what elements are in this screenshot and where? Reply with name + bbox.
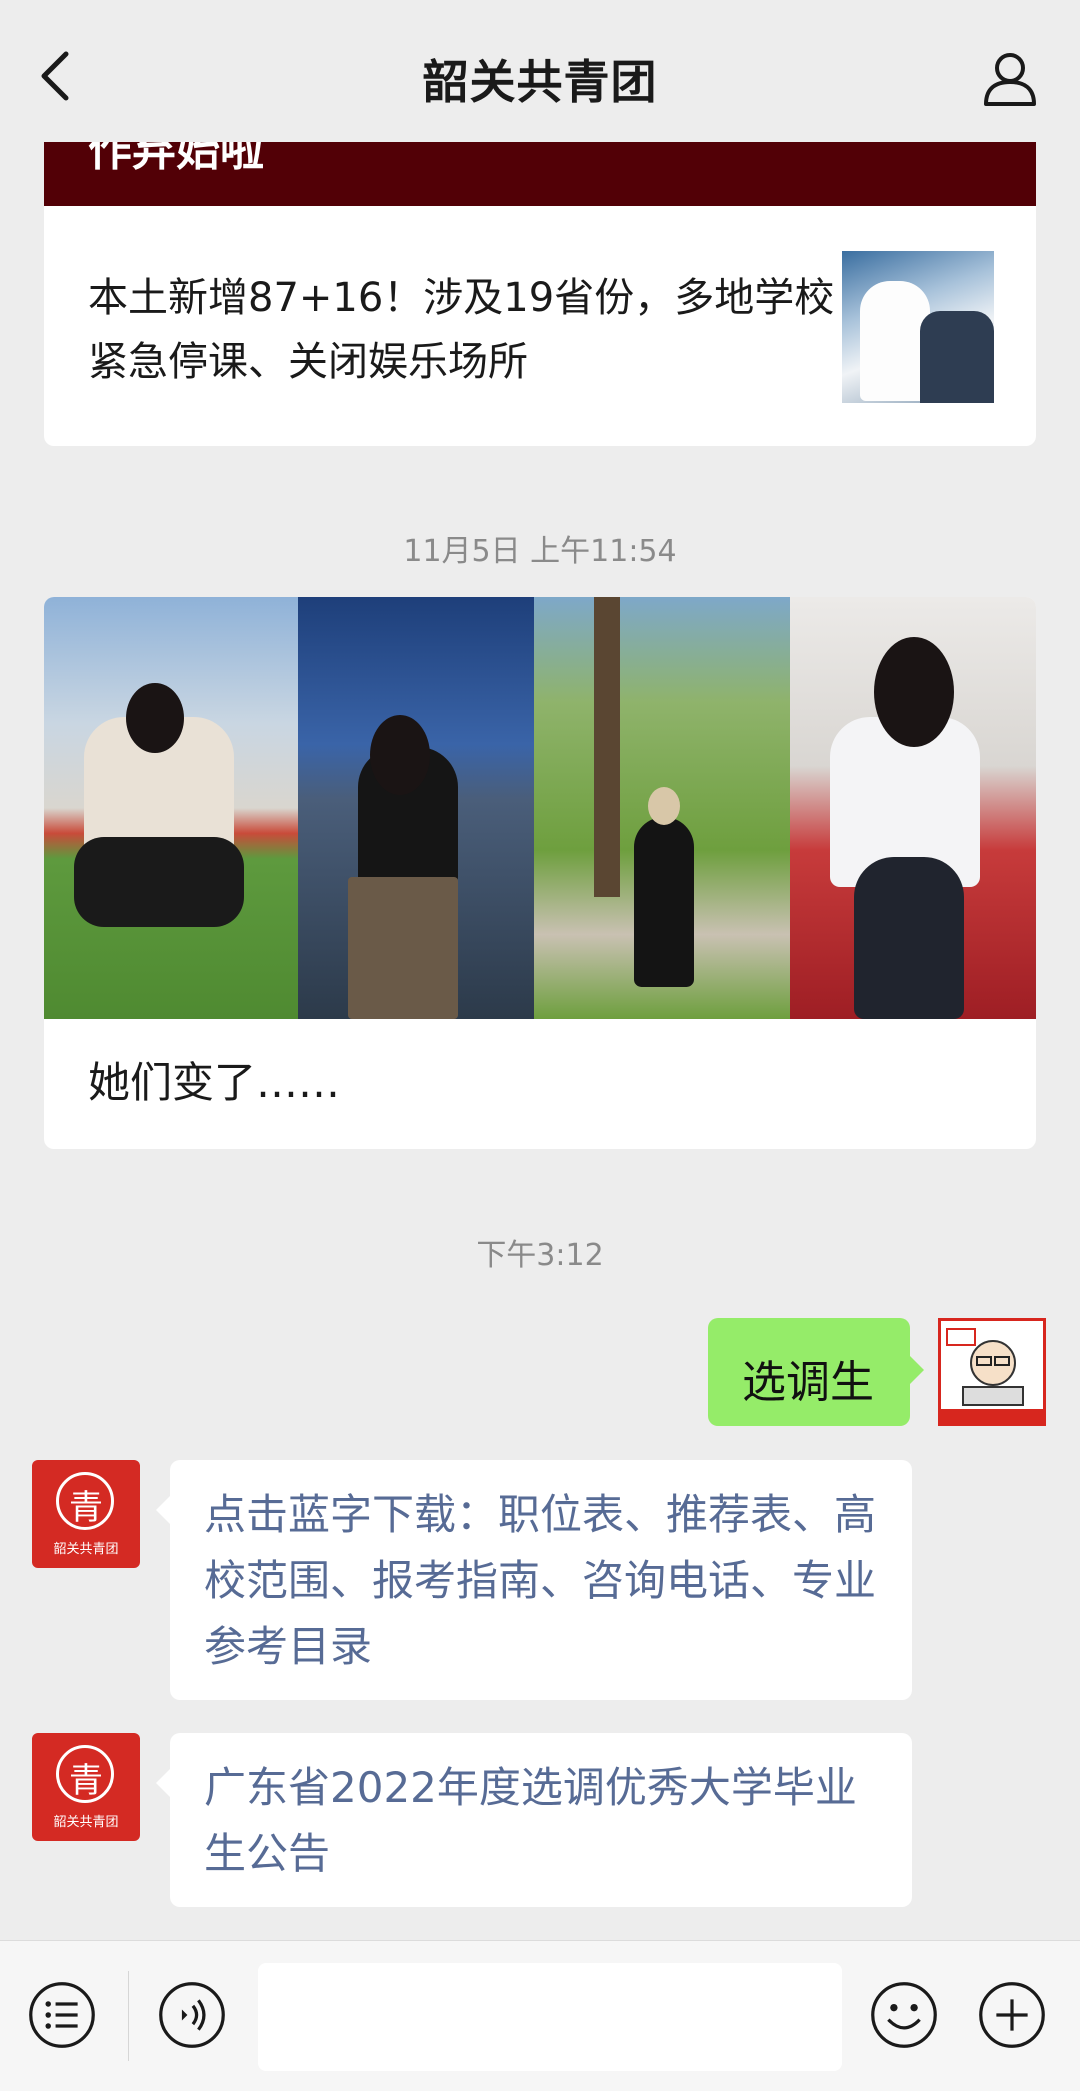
logo-label: 韶关共青团 bbox=[53, 1815, 119, 1830]
official-account-avatar[interactable]: 青 韶关共青团 bbox=[32, 1733, 140, 1841]
article-cover-image bbox=[44, 597, 1036, 1019]
article-caption: 她们变了…… bbox=[88, 1058, 341, 1107]
logo-glyph: 青 bbox=[69, 1761, 103, 1801]
input-toolbar bbox=[0, 1940, 1080, 2091]
cover-photo-1 bbox=[44, 597, 298, 1019]
emoji-icon[interactable] bbox=[870, 1981, 938, 2049]
user-message-bubble[interactable]: 选调生 bbox=[708, 1318, 924, 1426]
article-card[interactable]: 她们变了…… bbox=[44, 597, 1036, 1149]
cover-photo-2 bbox=[298, 597, 534, 1019]
bot-message-link[interactable]: 广东省2022年度选调优秀大学毕业生公告 bbox=[204, 1755, 894, 1887]
timestamp: 下午3:12 bbox=[476, 1238, 604, 1273]
article-title: 本土新增87+16！涉及19省份，多地学校紧急停课、关闭娱乐场所 bbox=[88, 275, 835, 385]
message-input[interactable] bbox=[258, 1963, 842, 2071]
bot-message-bubble[interactable]: 广东省2022年度选调优秀大学毕业生公告 bbox=[156, 1733, 912, 1907]
article-thumbnail bbox=[842, 251, 994, 403]
menu-list-icon[interactable] bbox=[28, 1981, 96, 2049]
page-title: 韶关共青团 bbox=[422, 55, 658, 109]
person-icon[interactable] bbox=[980, 48, 1040, 108]
plus-icon[interactable] bbox=[978, 1981, 1046, 2049]
bot-message-bubble[interactable]: 点击蓝字下载：职位表、推荐表、高校范围、报考指南、咨询电话、专业参考目录 bbox=[156, 1460, 912, 1700]
official-account-avatar[interactable]: 青 韶关共青团 bbox=[32, 1460, 140, 1568]
article-card[interactable]: 本土新增87+16！涉及19省份，多地学校紧急停课、关闭娱乐场所 bbox=[44, 206, 1036, 446]
user-avatar[interactable] bbox=[938, 1318, 1046, 1426]
user-avatar-image bbox=[941, 1321, 1043, 1423]
toolbar-divider bbox=[128, 1971, 129, 2061]
nav-bar: 韶关共青团 bbox=[0, 0, 1080, 142]
logo-label: 韶关共青团 bbox=[53, 1542, 119, 1557]
user-message-text: 选调生 bbox=[742, 1357, 874, 1408]
logo-glyph: 青 bbox=[69, 1488, 103, 1528]
article-banner[interactable]: 作弃始啦 bbox=[44, 140, 1036, 206]
bot-message-link[interactable]: 点击蓝字下载：职位表、推荐表、高校范围、报考指南、咨询电话、专业参考目录 bbox=[204, 1482, 894, 1680]
voice-icon[interactable] bbox=[158, 1981, 226, 2049]
timestamp: 11月5日 上午11:54 bbox=[403, 534, 677, 569]
cover-photo-3 bbox=[534, 597, 790, 1019]
cover-photo-4 bbox=[790, 597, 1036, 1019]
article-banner-text: 作弃始啦 bbox=[88, 140, 264, 176]
